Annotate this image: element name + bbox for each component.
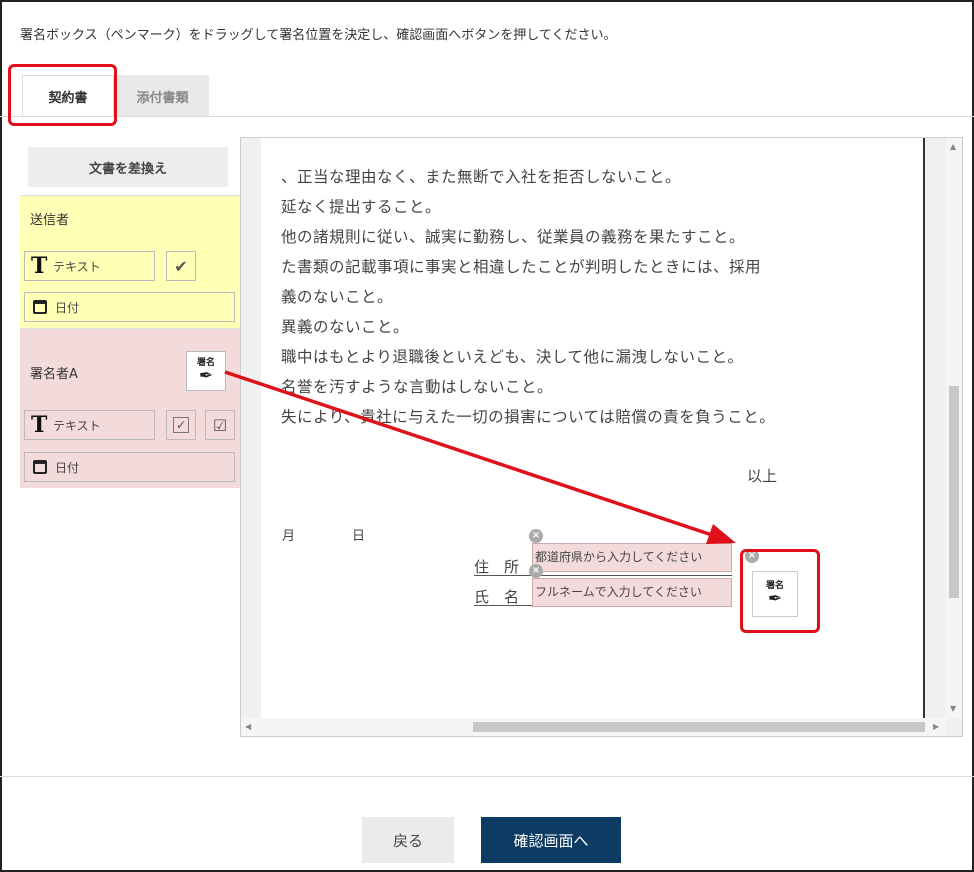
signer-panel: 署名者A 署名 ✒ T テキスト ✓ ☑ 日付	[20, 328, 240, 488]
signer-date-field[interactable]: 日付	[24, 452, 235, 482]
scroll-left-icon[interactable]: ◀	[245, 722, 251, 731]
month-label: 月	[282, 529, 296, 544]
scroll-up-icon[interactable]: ▲	[950, 142, 956, 151]
closing-text: 以上	[747, 467, 778, 485]
address-input[interactable]: 都道府県から入力してください	[532, 543, 732, 572]
signature-highlight-annotation	[740, 549, 820, 633]
document-line: 名誉を汚すような言動はしないこと。	[281, 378, 554, 396]
remove-icon[interactable]: ×	[529, 529, 543, 543]
signer-title: 署名者A	[30, 367, 78, 382]
scroll-right-icon[interactable]: ▶	[933, 722, 939, 731]
replace-document-button[interactable]: 文書を差換え	[28, 147, 228, 187]
day-label: 日	[352, 529, 366, 544]
remove-icon[interactable]: ×	[529, 564, 543, 578]
document-page: 、正当な理由なく、また無断で入社を拒否しないこと。 延なく提出すること。 他の諸…	[261, 138, 925, 718]
pen-icon: ✒	[198, 365, 214, 386]
signer-checkbox-2[interactable]: ☑	[205, 410, 235, 440]
confirm-button[interactable]: 確認画面へ	[481, 817, 621, 863]
sender-title: 送信者	[30, 213, 70, 228]
signer-date-label: 日付	[55, 460, 80, 475]
signer-text-label: テキスト	[53, 418, 101, 433]
document-line: 義のないこと。	[281, 288, 394, 306]
name-label: 氏 名	[474, 588, 520, 606]
address-label: 住 所	[474, 558, 520, 576]
tab-divider	[0, 116, 974, 117]
sender-date-field[interactable]: 日付	[24, 292, 235, 322]
signature-box-button[interactable]: 署名 ✒	[186, 351, 226, 391]
sender-date-label: 日付	[55, 300, 80, 315]
vertical-scrollbar[interactable]: ▲ ▼	[946, 138, 962, 718]
text-icon: T	[31, 412, 48, 438]
tab-attachments[interactable]: 添付書類	[116, 75, 209, 117]
sender-panel: 送信者 T テキスト ✔ 日付	[20, 195, 240, 328]
instruction-text: 署名ボックス（ペンマーク）をドラッグして署名位置を決定し、確認画面へボタンを押し…	[20, 28, 617, 43]
address-underline	[474, 575, 732, 576]
tab-highlight-annotation	[8, 64, 117, 126]
text-icon: T	[31, 253, 48, 279]
signer-checkbox-1[interactable]: ✓	[166, 410, 196, 440]
document-line: 他の諸規則に従い、誠実に勤務し、従業員の義務を果たすこと。	[281, 228, 746, 246]
document-line: 延なく提出すること。	[281, 198, 442, 216]
signer-text-field[interactable]: T テキスト	[24, 410, 155, 440]
scroll-down-icon[interactable]: ▼	[950, 704, 956, 713]
document-line: 、正当な理由なく、また無断で入社を拒否しないこと。	[281, 168, 682, 186]
horizontal-scrollbar[interactable]: ◀ ▶	[241, 718, 947, 736]
document-line: 職中はもとより退職後といえども、決して他に漏洩しないこと。	[281, 348, 744, 366]
calendar-icon	[33, 460, 47, 474]
sender-text-label: テキスト	[53, 259, 101, 274]
document-viewer[interactable]: 、正当な理由なく、また無断で入社を拒否しないこと。 延なく提出すること。 他の諸…	[240, 137, 963, 737]
checkmark-icon: ✔	[174, 256, 188, 276]
back-button[interactable]: 戻る	[362, 817, 454, 863]
checkbox-icon: ✓	[173, 417, 189, 433]
vertical-scroll-thumb[interactable]	[949, 386, 959, 598]
name-input[interactable]: フルネームで入力してください	[532, 578, 732, 607]
calendar-icon	[33, 300, 47, 314]
sender-text-field[interactable]: T テキスト	[24, 251, 155, 281]
footer-divider	[0, 776, 974, 777]
document-line: 失により、貴社に与えた一切の損害については賠償の責を負うこと。	[281, 408, 776, 426]
sender-checkbox[interactable]: ✔	[166, 251, 196, 281]
horizontal-scroll-thumb[interactable]	[473, 722, 925, 732]
document-line: 異義のないこと。	[281, 318, 410, 336]
document-line: た書類の記載事項に事実と相違したことが判明したときには、採用	[281, 258, 762, 276]
checkmark-icon: ☑	[212, 415, 228, 435]
